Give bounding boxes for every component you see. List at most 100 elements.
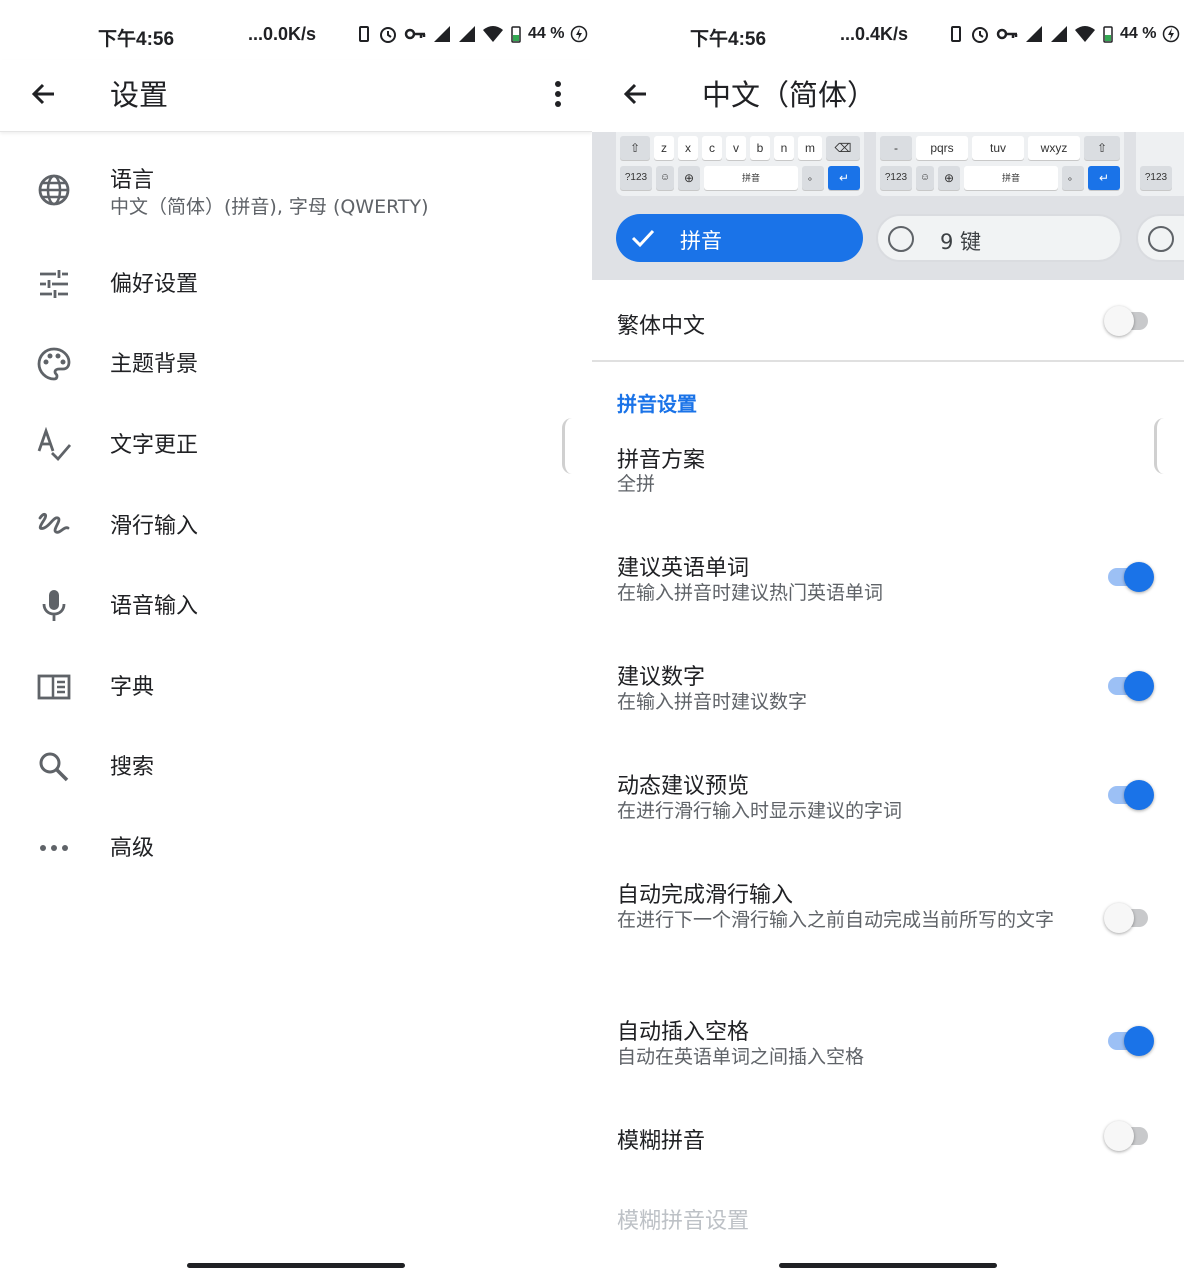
setting-fuzzy-pinyin-settings: 模糊拼音设置 — [617, 1209, 750, 1234]
charging-icon — [571, 25, 588, 43]
layout-chip-third[interactable] — [1136, 214, 1184, 262]
signal-icon — [459, 26, 475, 42]
setting-summary: 自动在英语单词之间插入空格 — [617, 1046, 865, 1068]
setting-value: 全拼 — [617, 473, 656, 495]
back-gesture-handle — [1154, 418, 1164, 474]
home-indicator[interactable] — [187, 1263, 405, 1268]
alarm-icon — [972, 27, 988, 43]
gesture-icon — [38, 513, 70, 534]
spellcheck-icon — [37, 427, 72, 462]
shift-key: ⇧ — [1084, 136, 1120, 160]
vpn-key-icon — [996, 28, 1018, 40]
battery-icon — [1103, 26, 1113, 43]
toggle-switch[interactable] — [1104, 1119, 1156, 1153]
search-icon — [39, 752, 69, 782]
key: c — [702, 136, 722, 160]
enter-key: ↵ — [828, 166, 860, 190]
page-title: 中文（简体） — [702, 78, 877, 112]
setting-summary: 在输入拼音时建议数字 — [617, 691, 808, 713]
t9-preview[interactable]: - pqrs tuv wxyz ⇧ ?123 ☺ ⊕ 拼音 。 ↵ — [876, 132, 1124, 196]
menu-item-text-correction[interactable]: 文字更正 — [0, 403, 592, 483]
signal-hd-icon — [434, 26, 450, 42]
setting-summary: 在输入拼音时建议热门英语单词 — [617, 582, 884, 604]
setting-title: 建议数字 — [617, 665, 706, 690]
third-layout-preview[interactable]: ?123 — [1136, 132, 1184, 196]
menu-item-glide-typing[interactable]: 滑行输入 — [0, 484, 592, 564]
globe-key: ⊕ — [678, 166, 700, 190]
toggle-switch[interactable] — [1104, 304, 1156, 338]
section-header: 拼音设置 — [617, 392, 697, 416]
setting-summary: 在进行下一个滑行输入之前自动完成当前所写的文字 — [617, 909, 1055, 931]
divider — [592, 360, 1184, 362]
layout-chip-pinyin[interactable]: 拼音 — [616, 214, 863, 262]
status-icons: 44 % — [356, 24, 588, 44]
menu-item-preferences[interactable]: 偏好设置 — [0, 242, 592, 322]
setting-title: 繁体中文 — [617, 314, 706, 339]
menu-item-dictionary[interactable]: 字典 — [0, 645, 592, 725]
status-network-speed: ...0.0K/s — [248, 24, 317, 44]
toggle-switch[interactable] — [1104, 901, 1156, 935]
app-bar: 设置 — [0, 60, 592, 132]
setting-title: 建议英语单词 — [617, 556, 750, 581]
setting-summary: 在进行滑行输入时显示建议的字词 — [617, 800, 903, 822]
menu-item-theme[interactable]: 主题背景 — [0, 322, 592, 402]
menu-label: 高级 — [110, 836, 155, 861]
signal-hd-icon — [1026, 26, 1042, 42]
toggle-switch[interactable] — [1104, 1024, 1156, 1058]
alarm-icon — [380, 27, 396, 43]
wifi-icon — [1075, 26, 1095, 42]
menu-item-voice-typing[interactable]: 语音输入 — [0, 564, 592, 644]
menu-item-search[interactable]: 搜索 — [0, 725, 592, 805]
menu-label: 文字更正 — [110, 433, 199, 458]
menu-item-languages[interactable]: 语言 中文（简体）(拼音), 字母 (QWERTY) — [0, 148, 592, 248]
key: x — [678, 136, 698, 160]
chip-label: 9 键 — [940, 230, 982, 254]
status-time: 下午4:56 — [98, 29, 175, 50]
toggle-switch[interactable] — [1104, 669, 1156, 703]
shift-key: ⇧ — [620, 136, 650, 160]
menu-label: 滑行输入 — [110, 514, 199, 539]
palette-icon — [37, 347, 71, 381]
home-indicator[interactable] — [779, 1263, 997, 1268]
symbols-key: ?123 — [1140, 166, 1172, 190]
key: b — [750, 136, 770, 160]
backspace-key: ⌫ — [826, 136, 860, 160]
key: wxyz — [1028, 136, 1080, 160]
radio-unchecked-icon — [1148, 226, 1174, 252]
menu-label: 主题背景 — [110, 352, 199, 377]
key: pqrs — [916, 136, 968, 160]
space-key: 拼音 — [704, 166, 798, 190]
menu-subtitle: 中文（简体）(拼音), 字母 (QWERTY) — [110, 196, 429, 218]
vibrate-icon — [951, 26, 961, 42]
emoji-key: ☺ — [656, 166, 674, 190]
back-arrow-icon[interactable] — [24, 74, 64, 114]
mic-icon — [42, 590, 66, 621]
layout-chip-t9[interactable]: 9 键 — [876, 214, 1122, 262]
menu-item-advanced[interactable]: 高级 — [0, 806, 592, 886]
globe-icon — [38, 174, 70, 206]
battery-percent: 44 % — [528, 25, 565, 42]
menu-label: 语言 — [110, 168, 155, 193]
radio-unchecked-icon — [888, 226, 914, 252]
vpn-key-icon — [404, 28, 426, 40]
emoji-key: ☺ — [916, 166, 934, 190]
battery-percent: 44 % — [1120, 25, 1157, 42]
signal-icon — [1051, 26, 1067, 42]
key: v — [726, 136, 746, 160]
page-title: 设置 — [110, 78, 169, 112]
dictionary-icon — [37, 674, 71, 700]
check-icon — [631, 229, 655, 248]
back-gesture-handle — [562, 418, 572, 474]
globe-key: ⊕ — [938, 166, 960, 190]
setting-title: 模糊拼音 — [617, 1129, 706, 1154]
charging-icon — [1163, 25, 1180, 43]
wifi-icon — [483, 26, 503, 42]
setting-title: 自动插入空格 — [617, 1020, 750, 1045]
key: tuv — [972, 136, 1024, 160]
toggle-switch[interactable] — [1104, 560, 1156, 594]
toggle-switch[interactable] — [1104, 778, 1156, 812]
back-arrow-icon[interactable] — [616, 74, 656, 114]
qwerty-pinyin-preview[interactable]: ⇧ z x c v b n m ⌫ ?123 ☺ ⊕ 拼音 。 ↵ — [616, 132, 864, 196]
setting-title: 自动完成滑行输入 — [617, 883, 794, 908]
more-vert-icon[interactable] — [546, 74, 570, 114]
